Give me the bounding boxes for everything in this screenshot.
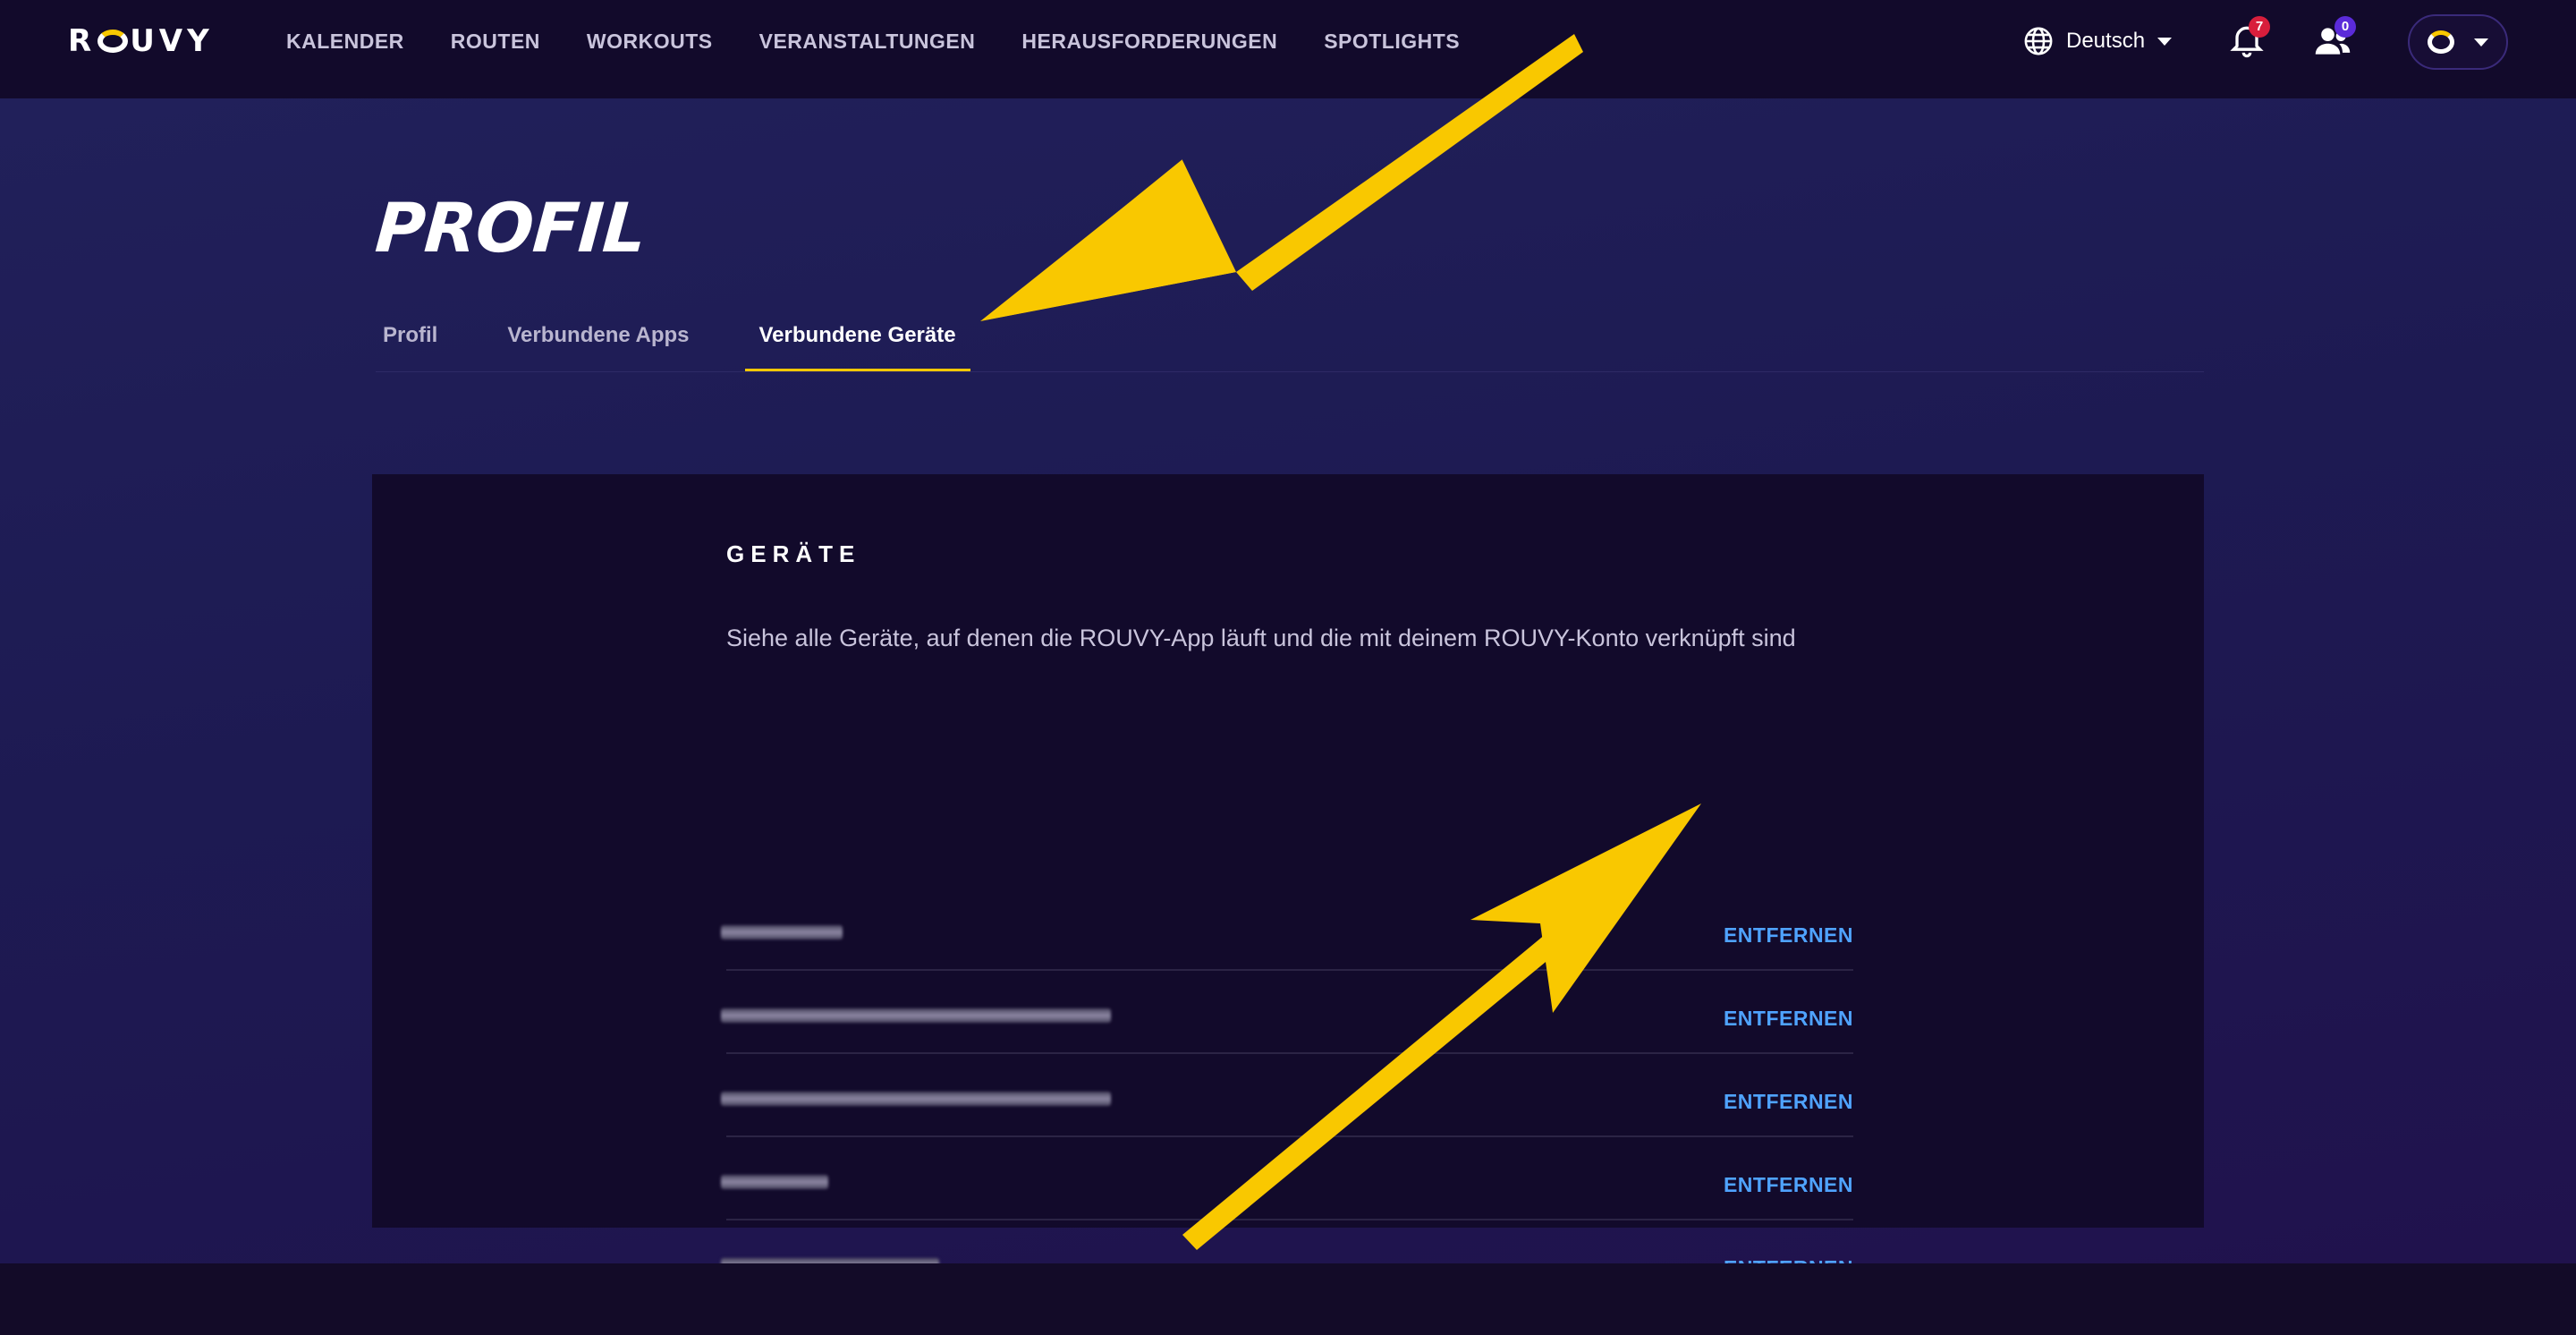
user-menu-button[interactable] [2408,14,2508,70]
device-name-redacted [721,1092,1111,1106]
device-name-redacted [721,925,843,940]
device-name-redacted [721,1008,1111,1023]
device-row: ENTFERNEN [721,1137,1853,1220]
globe-icon [2024,27,2053,55]
devices-section-title: GERÄTE [726,540,861,567]
notifications-button[interactable]: 7 [2227,16,2270,61]
footer-strip [0,1263,2576,1335]
nav-item-veranstaltungen[interactable]: VERANSTALTUNGEN [759,30,976,54]
tab-verbundene-apps[interactable]: Verbundene Apps [493,313,703,372]
device-row: ENTFERNEN [721,888,1853,971]
logo-o-mark [97,30,129,53]
friends-badge: 0 [2334,16,2356,38]
chevron-down-icon [2157,37,2173,46]
avatar [2428,30,2454,54]
device-row: ENTFERNEN [721,971,1853,1054]
nav-item-spotlights[interactable]: SPOTLIGHTS [1324,30,1460,54]
nav-item-routen[interactable]: ROUTEN [451,30,540,54]
remove-device-button[interactable]: ENTFERNEN [1724,1090,1853,1114]
remove-device-button[interactable]: ENTFERNEN [1724,923,1853,948]
tabs-divider [376,371,2204,372]
friends-button[interactable]: 0 [2313,16,2356,61]
language-label: Deutsch [2066,29,2146,53]
devices-description: Siehe alle Geräte, auf denen die ROUVY-A… [726,625,1796,651]
device-list: ENTFERNEN ENTFERNEN ENTFERNEN ENTFERNEN … [721,888,1853,1304]
chevron-down-icon [2474,38,2488,47]
nav-item-kalender[interactable]: KALENDER [286,30,404,54]
device-row: ENTFERNEN [721,1054,1853,1137]
main-nav: KALENDER ROUTEN WORKOUTS VERANSTALTUNGEN… [286,0,1460,82]
profile-tabs: Profil Verbundene Apps Verbundene Geräte [369,313,970,372]
notifications-badge: 7 [2249,16,2270,38]
main-content: PROFIL Profil Verbundene Apps Verbundene… [0,98,2576,1280]
remove-device-button[interactable]: ENTFERNEN [1724,1173,1853,1197]
language-selector[interactable]: Deutsch [2023,25,2173,57]
nav-item-herausforderungen[interactable]: HERAUSFORDERUNGEN [1021,30,1277,54]
top-navigation-bar: R UVY KALENDER ROUTEN WORKOUTS VERANSTALT… [0,0,2576,98]
devices-card: GERÄTE Siehe alle Geräte, auf denen die … [372,474,2204,1280]
device-name-redacted [721,1175,828,1189]
tab-verbundene-geraete[interactable]: Verbundene Geräte [744,313,970,372]
tab-profil[interactable]: Profil [369,313,452,372]
rouvy-logo[interactable]: R UVY [68,23,214,59]
page-title: PROFIL [372,188,648,268]
remove-device-button[interactable]: ENTFERNEN [1724,1007,1853,1031]
nav-item-workouts[interactable]: WORKOUTS [587,30,713,54]
